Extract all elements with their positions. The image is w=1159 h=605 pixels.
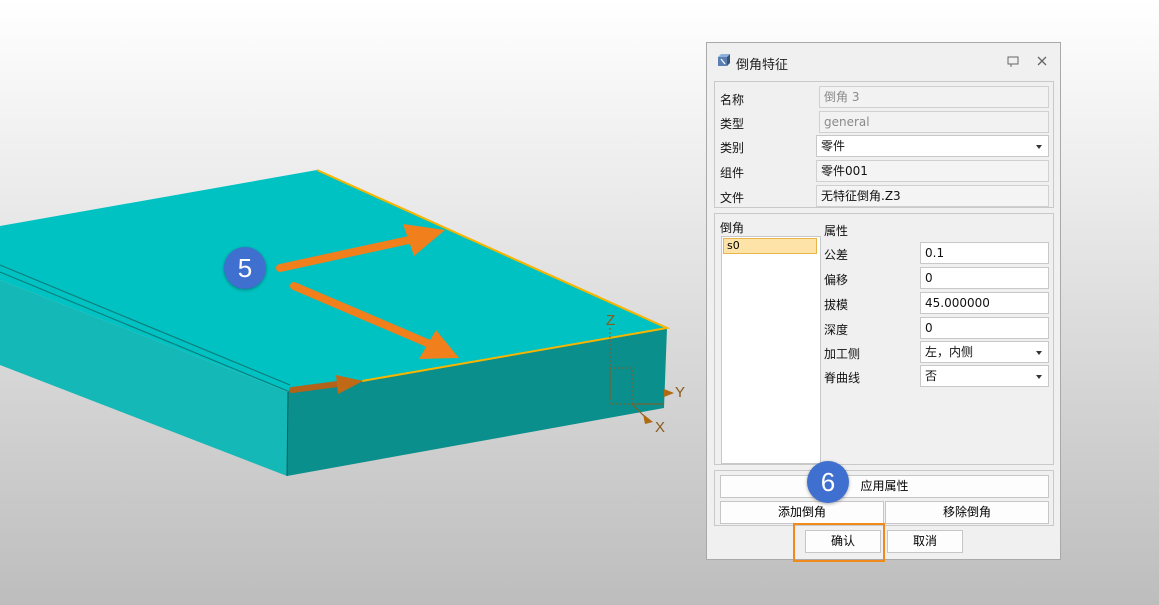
- depth-input[interactable]: 0: [920, 317, 1049, 339]
- category-value: 零件: [821, 139, 846, 153]
- tolerance-input[interactable]: 0.1: [920, 242, 1049, 264]
- category-select[interactable]: 零件: [816, 135, 1049, 157]
- type-field: general: [819, 111, 1049, 133]
- chamfer-feature-dialog: 倒角特征 名称 倒角 3 类型 general 类别 零件 组件 零件001 文…: [706, 42, 1061, 560]
- apply-properties-button[interactable]: 应用属性: [720, 475, 1049, 498]
- machining-side-select[interactable]: 左，内侧: [920, 341, 1049, 363]
- chamfer-group: 倒角 s0 属性 公差 0.1 偏移 0 拔模 45.000000 深度 0 加…: [714, 213, 1054, 465]
- axis-y-label: Y: [675, 384, 685, 401]
- dialog-title: 倒角特征: [736, 58, 789, 73]
- ok-button[interactable]: 确认: [805, 530, 881, 553]
- spine-select[interactable]: 否: [920, 365, 1049, 387]
- spine-label: 脊曲线: [824, 371, 861, 385]
- depth-label: 深度: [824, 323, 849, 337]
- add-chamfer-button[interactable]: 添加倒角: [720, 501, 884, 524]
- offset-input[interactable]: 0: [920, 267, 1049, 289]
- properties-header: 属性: [824, 224, 849, 238]
- remove-chamfer-button[interactable]: 移除倒角: [885, 501, 1049, 524]
- machining-side-value: 左，内侧: [925, 345, 974, 359]
- chamfer-list[interactable]: s0: [721, 236, 821, 464]
- list-item[interactable]: s0: [723, 238, 817, 254]
- offset-label: 偏移: [824, 273, 849, 287]
- draft-input[interactable]: 45.000000: [920, 292, 1049, 314]
- model-canvas[interactable]: Z Y X: [0, 0, 700, 605]
- step-badge-6: 6: [807, 461, 849, 503]
- category-label: 类别: [720, 141, 745, 155]
- axis-z-label: Z: [606, 312, 615, 329]
- cancel-button[interactable]: 取消: [887, 530, 963, 553]
- name-field: 倒角 3: [819, 86, 1049, 108]
- dialog-titlebar[interactable]: 倒角特征: [707, 43, 1060, 79]
- tolerance-label: 公差: [824, 248, 849, 262]
- chevron-down-icon: [1036, 375, 1042, 379]
- chamfer-list-header: 倒角: [720, 221, 745, 235]
- component-label: 组件: [720, 166, 745, 180]
- machining-side-label: 加工侧: [824, 347, 861, 361]
- pin-icon[interactable]: [1005, 53, 1021, 69]
- chevron-down-icon: [1036, 145, 1042, 149]
- name-label: 名称: [720, 93, 745, 107]
- axis-x-label: X: [655, 419, 665, 436]
- type-label: 类型: [720, 117, 745, 131]
- 3d-viewport[interactable]: Z Y X 5: [0, 0, 700, 605]
- step-badge-5: 5: [224, 247, 266, 289]
- file-label: 文件: [720, 191, 745, 205]
- close-icon[interactable]: [1034, 53, 1050, 69]
- info-group: 名称 倒角 3 类型 general 类别 零件 组件 零件001 文件 无特征…: [714, 81, 1054, 208]
- chevron-down-icon: [1036, 351, 1042, 355]
- component-field: 零件001: [816, 160, 1049, 182]
- spine-value: 否: [925, 369, 938, 383]
- file-field: 无特征倒角.Z3: [816, 185, 1049, 207]
- draft-label: 拔模: [824, 298, 849, 312]
- actions-group: 应用属性 添加倒角 移除倒角: [714, 470, 1054, 526]
- chamfer-feature-icon: [718, 54, 730, 66]
